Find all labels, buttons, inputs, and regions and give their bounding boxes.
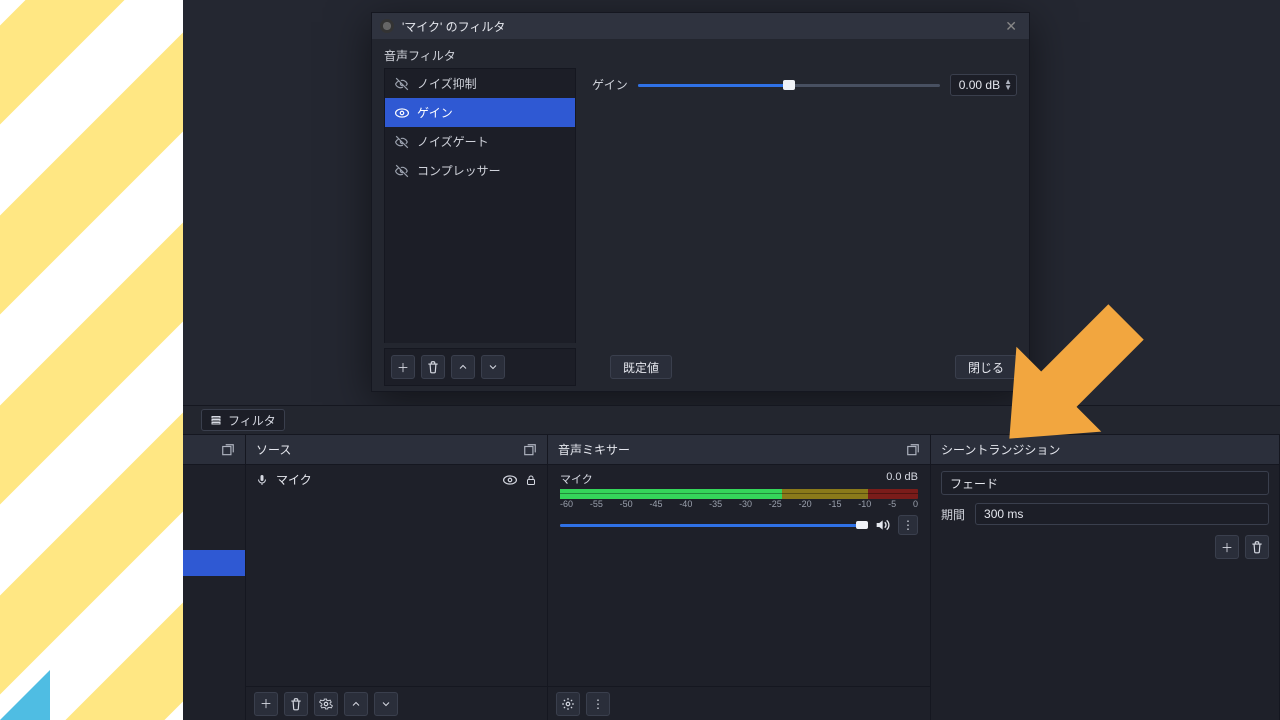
move-filter-down-button[interactable]: [481, 355, 505, 379]
filters-chip-button[interactable]: フィルタ: [201, 409, 285, 431]
obs-logo-icon: [380, 19, 394, 33]
visibility-off-icon[interactable]: [395, 77, 409, 91]
visibility-on-icon[interactable]: [503, 473, 517, 487]
lock-icon[interactable]: [525, 474, 537, 486]
gain-value-input[interactable]: 0.00 dB ▲ ▼: [950, 74, 1017, 96]
gain-label: ゲイン: [592, 74, 628, 343]
gain-value-text: 0.00 dB: [959, 78, 1000, 92]
duration-input[interactable]: 300 ms: [975, 503, 1269, 525]
filter-item-compressor[interactable]: コンプレッサー: [385, 156, 575, 185]
tick-label: -40: [679, 499, 692, 509]
transition-selected-label: フェード: [950, 475, 998, 492]
tick-label: -15: [828, 499, 841, 509]
volume-slider[interactable]: [560, 521, 866, 529]
filter-item-noise-suppression[interactable]: ノイズ抑制: [385, 69, 575, 98]
transitions-title: シーントランジション: [941, 441, 1060, 458]
visibility-off-icon[interactable]: [395, 164, 409, 178]
popout-icon[interactable]: [906, 443, 920, 457]
tick-label: -20: [799, 499, 812, 509]
dialog-title: 'マイク' のフィルタ: [402, 18, 505, 35]
filter-icon: [210, 414, 222, 426]
remove-filter-button[interactable]: [421, 355, 445, 379]
tick-label: 0: [913, 499, 918, 509]
transitions-dock: シーントランジション フェード 期間 300 ms ＋: [931, 435, 1280, 720]
filter-item-gain[interactable]: ゲイン: [385, 98, 575, 127]
transition-select[interactable]: フェード: [941, 471, 1269, 495]
remove-transition-button[interactable]: [1245, 535, 1269, 559]
speaker-icon[interactable]: [874, 517, 890, 533]
chevron-down-icon[interactable]: ▼: [1004, 85, 1012, 91]
accent-triangle: [0, 670, 50, 720]
source-properties-button[interactable]: [314, 692, 338, 716]
tick-label: -25: [769, 499, 782, 509]
filter-item-noise-gate[interactable]: ノイズゲート: [385, 127, 575, 156]
tick-label: -50: [620, 499, 633, 509]
mixer-channel: マイク 0.0 dB -60 -55 -50 -45 -40: [548, 465, 930, 535]
filter-item-label: ノイズゲート: [417, 133, 489, 150]
source-label: マイク: [276, 471, 312, 488]
filters-dialog: 'マイク' のフィルタ ✕ 音声フィルタ ノイズ抑制: [371, 12, 1030, 392]
move-filter-up-button[interactable]: [451, 355, 475, 379]
channel-name: マイク: [560, 471, 593, 487]
visibility-off-icon[interactable]: [395, 135, 409, 149]
filter-item-label: コンプレッサー: [417, 162, 501, 179]
move-source-up-button[interactable]: [344, 692, 368, 716]
duration-value-text: 300 ms: [984, 507, 1023, 521]
tick-label: -45: [649, 499, 662, 509]
selected-scene-row[interactable]: [183, 550, 245, 576]
filters-section-label: 音声フィルタ: [372, 39, 1029, 68]
add-filter-button[interactable]: ＋: [391, 355, 415, 379]
tick-label: -60: [560, 499, 573, 509]
dialog-titlebar[interactable]: 'マイク' のフィルタ ✕: [372, 13, 1029, 39]
close-icon[interactable]: ✕: [1001, 18, 1021, 35]
sources-title: ソース: [256, 441, 291, 458]
tick-label: -5: [888, 499, 896, 509]
popout-icon[interactable]: [523, 443, 537, 457]
visibility-on-icon[interactable]: [395, 106, 409, 120]
move-source-down-button[interactable]: [374, 692, 398, 716]
spin-buttons[interactable]: ▲ ▼: [1004, 79, 1012, 91]
obs-window: 'マイク' のフィルタ ✕ 音声フィルタ ノイズ抑制: [183, 0, 1280, 720]
filter-list: ノイズ抑制 ゲイン ノイズゲート: [384, 68, 576, 343]
channel-menu-button[interactable]: ⋮: [898, 515, 918, 535]
tick-label: -35: [709, 499, 722, 509]
tick-label: -30: [739, 499, 752, 509]
mixer-more-button[interactable]: ⋮: [586, 692, 610, 716]
remove-source-button[interactable]: [284, 692, 308, 716]
sources-dock: ソース マイク: [246, 435, 548, 720]
source-row[interactable]: マイク: [246, 465, 547, 494]
filter-list-controls: ＋: [384, 348, 576, 386]
tick-label: -55: [590, 499, 603, 509]
scenes-dock: [183, 435, 246, 720]
filter-item-label: ノイズ抑制: [417, 75, 477, 92]
add-source-button[interactable]: ＋: [254, 692, 278, 716]
filter-item-label: ゲイン: [417, 104, 453, 121]
mixer-title: 音声ミキサー: [558, 441, 630, 458]
popout-icon[interactable]: [221, 443, 235, 457]
channel-db: 0.0 dB: [886, 471, 918, 487]
duration-label: 期間: [941, 506, 965, 523]
audio-mixer-dock: 音声ミキサー マイク 0.0 dB: [548, 435, 931, 720]
defaults-button[interactable]: 既定値: [610, 355, 672, 379]
vu-meter: -60 -55 -50 -45 -40 -35 -30 -25 -20 -15 …: [560, 489, 918, 509]
gain-slider[interactable]: [638, 78, 940, 94]
tick-label: -10: [858, 499, 871, 509]
filter-properties: ゲイン 0.00 dB ▲ ▼: [588, 68, 1017, 343]
close-button[interactable]: 閉じる: [955, 355, 1017, 379]
dock-area: ソース マイク: [183, 435, 1280, 720]
mic-icon: [256, 474, 268, 486]
filters-chip-label: フィルタ: [228, 412, 276, 429]
context-toolbar: フィルタ: [183, 405, 1280, 435]
add-transition-button[interactable]: ＋: [1215, 535, 1239, 559]
advanced-audio-button[interactable]: [556, 692, 580, 716]
